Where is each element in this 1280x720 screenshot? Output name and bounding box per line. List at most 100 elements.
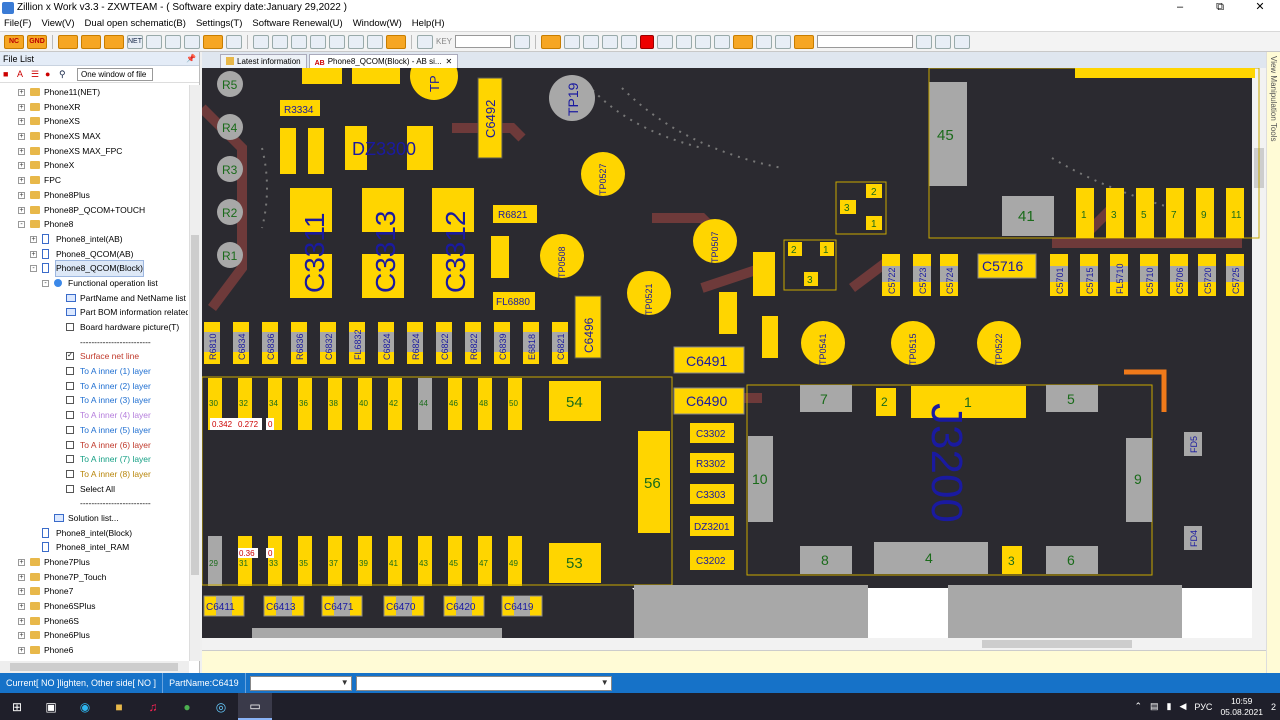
clock[interactable]: 10:59 05.08.2021 [1220, 696, 1263, 718]
no-entry-icon[interactable] [203, 34, 223, 49]
highlight-icon[interactable] [733, 34, 754, 49]
expand-icon[interactable]: + [18, 206, 25, 214]
tree-item[interactable]: Phone8_intel(Block) [0, 526, 188, 541]
tree-item[interactable]: - Functional operation list [0, 276, 188, 291]
pointer-icon[interactable] [541, 34, 562, 49]
scroll-thumb[interactable] [191, 235, 199, 575]
view-tools-strip[interactable]: View Manipulation Tools [1266, 52, 1280, 673]
part-top-pad[interactable] [302, 68, 342, 84]
tree-item[interactable]: + Phone7Plus [0, 555, 188, 570]
hand-icon[interactable] [794, 34, 815, 49]
checkbox[interactable] [66, 323, 74, 331]
tree-item[interactable]: To A inner (3) layer [0, 393, 188, 408]
pin-icon[interactable] [756, 34, 773, 49]
nc-button[interactable]: NC [4, 34, 24, 49]
search-icon[interactable]: ⚲ [59, 69, 69, 79]
layer-b-button[interactable] [81, 34, 101, 49]
chevron-up-icon[interactable]: ⌃ [1134, 701, 1142, 712]
expand-icon[interactable]: + [18, 133, 25, 141]
start-button[interactable]: ⊞ [0, 693, 34, 720]
tree-item[interactable]: - Phone8_QCOM(Block) [0, 260, 188, 277]
measure-icon[interactable] [564, 34, 581, 49]
collapse-icon[interactable]: ■ [3, 69, 13, 79]
network-icon[interactable]: ▤ [1150, 701, 1159, 712]
part-top-pad[interactable] [352, 68, 400, 84]
tree-item[interactable]: + Phone6Plus [0, 628, 188, 643]
expand-icon[interactable]: + [18, 103, 25, 111]
line-style-icon[interactable] [676, 34, 693, 49]
expand-icon[interactable]: + [18, 573, 25, 581]
edit-icon[interactable] [775, 34, 792, 49]
explorer-icon[interactable]: ■ [102, 693, 136, 720]
list-view-icon[interactable]: ☰ [31, 69, 41, 79]
key-search-input[interactable] [455, 35, 512, 48]
save-icon[interactable] [916, 34, 933, 49]
expand-icon[interactable]: + [18, 632, 25, 640]
tree-item[interactable]: + PhoneX [0, 158, 188, 173]
tree-item[interactable]: ------------------------- [0, 496, 188, 511]
tree-item[interactable]: PartName and NetName list [0, 291, 188, 306]
maximize-button[interactable]: ⧉ [1200, 0, 1240, 15]
checkbox[interactable] [66, 455, 74, 464]
checkbox-checked[interactable]: ✓ [66, 352, 74, 361]
font-icon[interactable]: A [17, 69, 27, 79]
tree-item[interactable]: + Phone6SPlus [0, 599, 188, 614]
expand-icon[interactable]: + [30, 235, 37, 243]
tree-item[interactable]: To A inner (7) layer [0, 452, 188, 467]
minimize-button[interactable]: – [1160, 0, 1200, 15]
tree-item[interactable]: ✓ Surface net line [0, 349, 188, 364]
layer-a-button[interactable] [58, 34, 78, 49]
tree-item[interactable]: To A inner (1) layer [0, 364, 188, 379]
status-combo-2[interactable]: ▼ [355, 675, 612, 691]
status-combo-1[interactable]: ▼ [249, 675, 352, 691]
tree-item[interactable]: Phone8_intel_RAM [0, 540, 188, 555]
tree-item[interactable]: + Phone8P_QCOM+TOUCH [0, 203, 188, 218]
checkbox[interactable] [66, 396, 74, 405]
pcb-canvas[interactable]: R5 R4 R3 R2 R1 R3334 DZ3300 C3311 C3313 … [198, 52, 1266, 650]
box-tool-icon[interactable] [621, 34, 638, 49]
collapse-icon[interactable]: - [18, 221, 25, 229]
part-r5201[interactable] [762, 316, 778, 358]
tree-item[interactable]: + PhoneXS [0, 114, 188, 129]
part-c3315[interactable] [280, 128, 296, 174]
checkbox[interactable] [66, 425, 74, 434]
tree-item[interactable]: + Phone11(NET) [0, 85, 188, 100]
battery-icon[interactable]: ▮ [1167, 701, 1172, 712]
edge-icon[interactable]: ◉ [68, 693, 102, 720]
expand-icon[interactable]: + [18, 147, 25, 155]
pin-icon[interactable]: 📌 [186, 52, 196, 66]
tree-item[interactable]: To A inner (6) layer [0, 438, 188, 453]
flip-icon[interactable] [291, 34, 307, 49]
checkbox[interactable] [66, 440, 74, 449]
clear-icon[interactable] [935, 34, 952, 49]
mirror-v-icon[interactable] [272, 34, 288, 49]
tree-item[interactable]: + Phone8_QCOM(AB) [0, 247, 188, 262]
scissors-icon[interactable] [417, 34, 433, 49]
tree-item[interactable]: + PhoneXS MAX [0, 129, 188, 144]
tree-item[interactable]: + PhoneXR [0, 100, 188, 115]
menu-dual-open[interactable]: Dual open schematic(B) [85, 18, 186, 29]
checkbox[interactable] [66, 411, 74, 420]
notification-icon[interactable]: 2 [1271, 702, 1276, 712]
tree-item[interactable]: To A inner (4) layer [0, 408, 188, 423]
export-button[interactable] [184, 34, 200, 49]
tree-item[interactable]: + Phone7 [0, 584, 188, 599]
expand-icon[interactable]: + [18, 603, 25, 611]
list-icon[interactable] [386, 34, 406, 49]
menu-help[interactable]: Help(H) [412, 18, 445, 29]
tree-item[interactable]: To A inner (5) layer [0, 423, 188, 438]
keyboard-lang[interactable]: РУС [1194, 702, 1212, 712]
layer-ab-button[interactable] [104, 34, 124, 49]
tree-item[interactable]: To A inner (8) layer [0, 467, 188, 482]
tab-board[interactable]: AB Phone8_QCOM(Block) - AB si... ✕ [308, 54, 459, 68]
scroll-thumb[interactable] [10, 663, 178, 671]
scroll-thumb[interactable] [982, 640, 1132, 648]
zoom-in-icon[interactable] [329, 34, 345, 49]
scope-select[interactable]: One window of file [77, 67, 153, 81]
checkbox[interactable] [66, 381, 74, 390]
tab-latest-information[interactable]: Latest information [220, 54, 307, 68]
zoom-select-icon[interactable] [367, 34, 383, 49]
grid-button[interactable] [165, 34, 181, 49]
stamp-icon[interactable] [714, 34, 731, 49]
part-c5201[interactable] [719, 292, 737, 334]
